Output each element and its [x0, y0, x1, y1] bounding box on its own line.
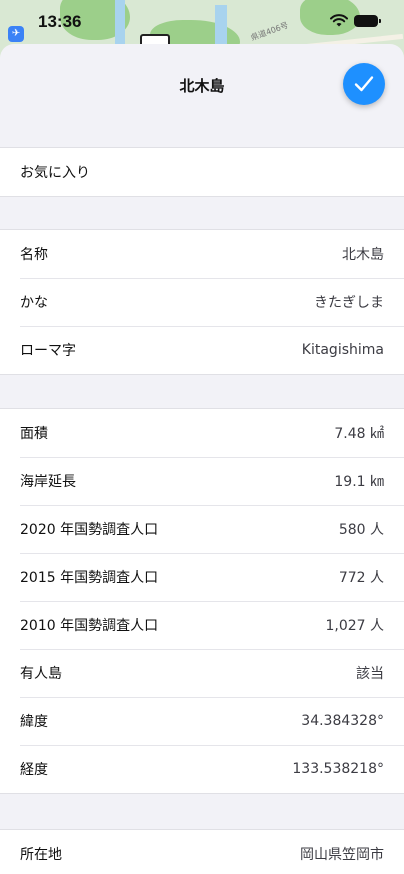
status-bar: 13:36	[0, 0, 404, 44]
row-label: 2020 年国勢調査人口	[20, 522, 159, 538]
row-value: 34.384328°	[301, 713, 384, 729]
name-row: 名称 北木島	[0, 230, 404, 278]
row-value: 1,027 人	[325, 618, 384, 634]
row-value: 580 人	[338, 522, 384, 538]
done-button[interactable]	[343, 63, 385, 105]
row-label: 2015 年国勢調査人口	[20, 570, 159, 586]
row-value: 772 人	[338, 570, 384, 586]
row-label: 有人島	[20, 666, 62, 682]
kana-row: かな きたぎしま	[0, 278, 404, 326]
row-label: かな	[20, 295, 48, 311]
location-row: 所在地 岡山県笠岡市	[0, 830, 404, 874]
details-group: 面積 7.48 ㎢ 海岸延長 19.1 ㎞ 2020 年国勢調査人口 580 人…	[0, 408, 404, 794]
row-value: 岡山県笠岡市	[300, 847, 384, 863]
detail-sheet: 北木島 お気に入り 名称 北木島 かな きたぎしま ローマ字 Kitagishi…	[0, 44, 404, 874]
names-group: 名称 北木島 かな きたぎしま ローマ字 Kitagishima	[0, 229, 404, 375]
coastline-row: 海岸延長 19.1 ㎞	[0, 457, 404, 505]
row-label: 名称	[20, 247, 48, 263]
location-group: 所在地 岡山県笠岡市	[0, 829, 404, 874]
checkmark-icon	[354, 76, 374, 92]
row-value: 該当	[356, 666, 384, 682]
area-row: 面積 7.48 ㎢	[0, 409, 404, 457]
favorite-row[interactable]: お気に入り	[0, 148, 404, 196]
romaji-row: ローマ字 Kitagishima	[0, 326, 404, 374]
row-value: 7.48 ㎢	[334, 426, 384, 442]
longitude-row: 経度 133.538218°	[0, 745, 404, 793]
favorite-group: お気に入り	[0, 147, 404, 197]
sheet-header: 北木島	[0, 44, 404, 124]
wifi-icon	[330, 14, 348, 27]
latitude-row: 緯度 34.384328°	[0, 697, 404, 745]
status-time: 13:36	[38, 12, 82, 31]
row-value: 133.538218°	[292, 761, 384, 777]
row-value: Kitagishima	[301, 342, 384, 358]
row-label: 海岸延長	[20, 474, 76, 490]
row-value: きたぎしま	[314, 295, 384, 311]
row-value: 北木島	[342, 247, 384, 263]
inhabited-row: 有人島 該当	[0, 649, 404, 697]
row-value: 19.1 ㎞	[334, 474, 384, 490]
row-label: 緯度	[20, 714, 48, 730]
row-label: 所在地	[20, 847, 62, 863]
row-label: 経度	[20, 762, 48, 778]
population-2020-row: 2020 年国勢調査人口 580 人	[0, 505, 404, 553]
row-label: 2010 年国勢調査人口	[20, 618, 159, 634]
favorite-label: お気に入り	[20, 165, 90, 181]
population-2010-row: 2010 年国勢調査人口 1,027 人	[0, 601, 404, 649]
row-label: 面積	[20, 426, 48, 442]
population-2015-row: 2015 年国勢調査人口 772 人	[0, 553, 404, 601]
battery-icon	[354, 15, 381, 27]
row-label: ローマ字	[20, 343, 76, 359]
